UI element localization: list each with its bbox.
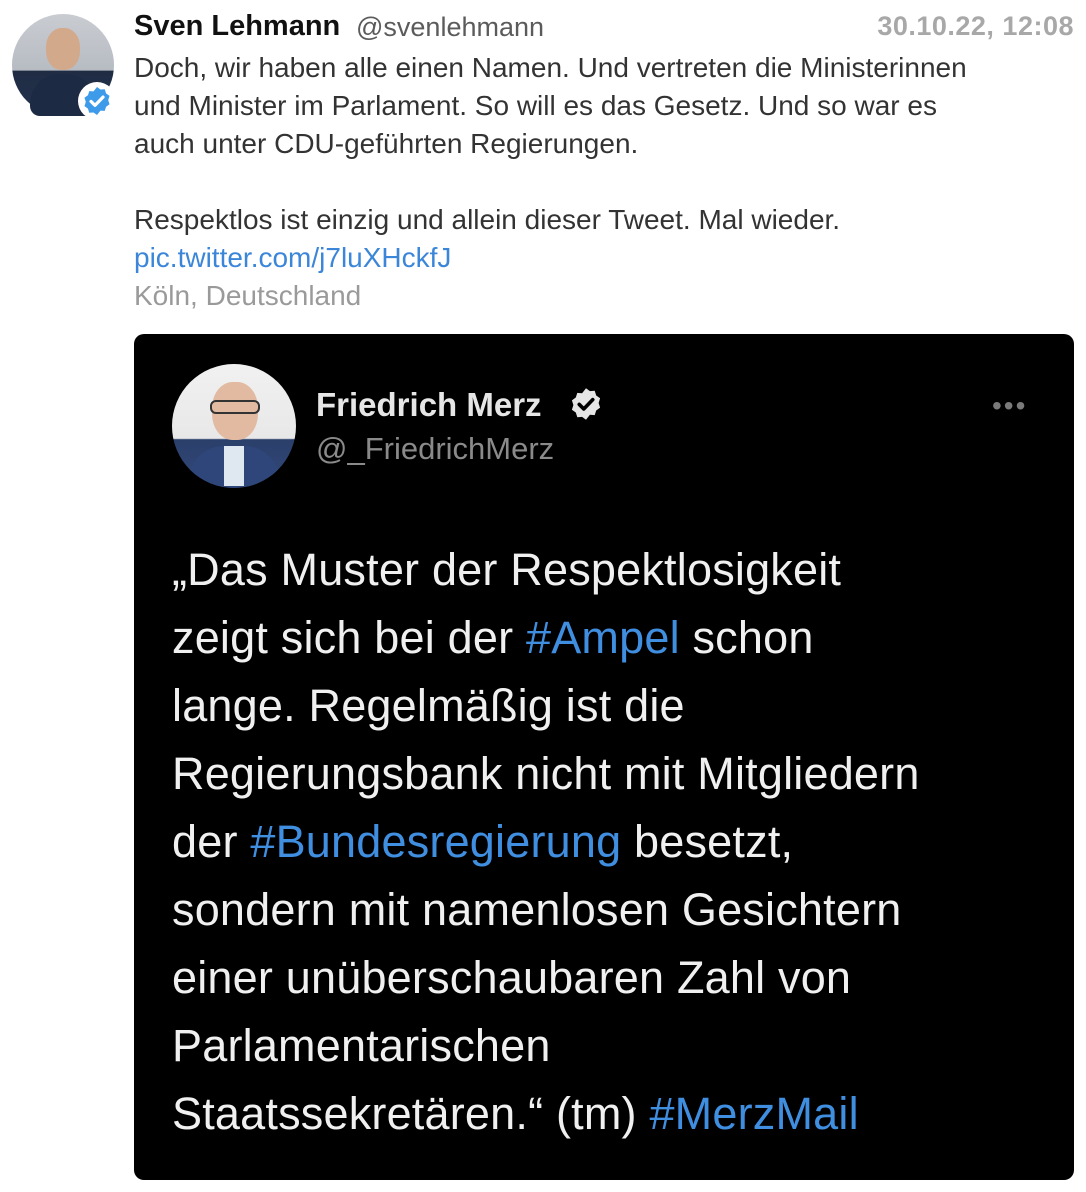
quote-text: schon (679, 612, 814, 663)
embedded-author-avatar (172, 364, 296, 488)
quote-text: Staatssekretären.“ (tm) (172, 1088, 650, 1139)
quote-text: zeigt sich bei der (172, 612, 526, 663)
tweet-text-line: und Minister im Parlament. So will es da… (134, 90, 937, 121)
quote-line: „Das Muster der Respektlosigkeit (172, 544, 842, 595)
quote-line: lange. Regelmäßig ist die (172, 680, 685, 731)
hashtag-ampel: #Ampel (525, 612, 680, 663)
quote-text: der (172, 816, 251, 867)
tweet-location[interactable]: Köln, Deutschland (134, 277, 1064, 315)
embedded-author-name: Friedrich Merz (316, 386, 542, 423)
hashtag-merzmail: #MerzMail (649, 1088, 859, 1139)
avatar-face (46, 28, 80, 70)
tweet-text-line: Doch, wir haben alle einen Namen. Und ve… (134, 52, 967, 83)
tweet-timestamp[interactable]: 30.10.22, 12:08 (877, 11, 1074, 42)
quote-line: Regierungsbank nicht mit Mitgliedern (172, 748, 920, 799)
author-name[interactable]: Sven Lehmann (134, 10, 340, 43)
avatar-glasses (210, 400, 260, 414)
embedded-tweet-image[interactable]: Friedrich Merz @_FriedrichMerz ••• „Das … (134, 334, 1074, 1180)
avatar-shirt (224, 446, 244, 486)
author-handle[interactable]: @svenlehmann (356, 12, 544, 43)
quote-line: zeigt sich bei der #Ampel schon (172, 604, 1042, 672)
quote-line: sondern mit namenlosen Gesichtern (172, 884, 902, 935)
quote-line: einer unüberschaubaren Zahl von (172, 952, 852, 1003)
embedded-quote: „Das Muster der Respektlosigkeit zeigt s… (172, 536, 1042, 1148)
verified-check-icon (568, 386, 604, 422)
tweet-text-line: auch unter CDU-geführten Regierungen. (134, 128, 639, 159)
media-link[interactable]: pic.twitter.com/j7luXHckfJ (134, 239, 1064, 277)
tweet-header: Sven Lehmann @svenlehmann 30.10.22, 12:0… (134, 8, 1074, 44)
tweet-text-line: Respektlos ist einzig und allein dieser … (134, 204, 841, 235)
quote-text: besetzt, (621, 816, 794, 867)
verified-check-icon (78, 82, 116, 120)
quote-line: Parlamentarischen (172, 1020, 551, 1071)
hashtag-bundesregierung: #Bundesregierung (250, 816, 622, 867)
quote-line: Staatssekretären.“ (tm) #MerzMail (172, 1080, 1042, 1148)
quote-line: der #Bundesregierung besetzt, (172, 808, 1042, 876)
tweet-text: Doch, wir haben alle einen Namen. Und ve… (134, 49, 1064, 315)
embedded-author-handle: @_FriedrichMerz (316, 431, 555, 466)
more-options-icon: ••• (992, 390, 1028, 421)
